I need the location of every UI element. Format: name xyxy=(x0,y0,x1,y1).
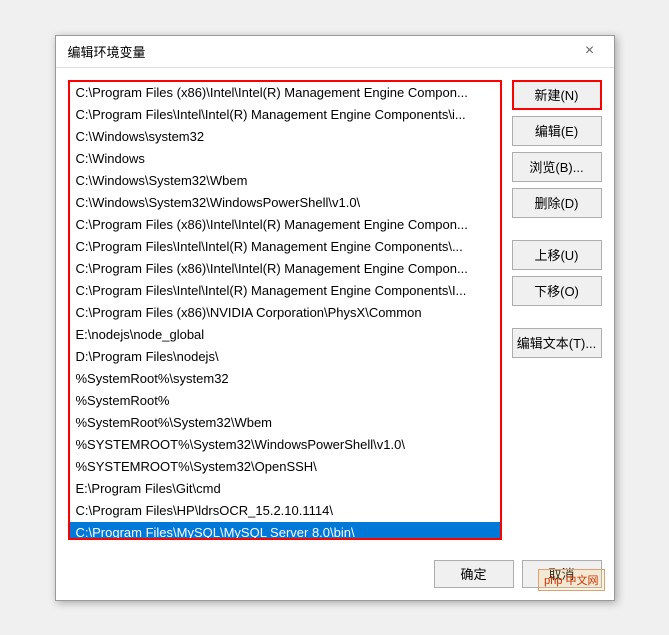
dialog-footer: 确定 取消 xyxy=(56,552,614,600)
delete-button[interactable]: 删除(D) xyxy=(512,188,602,218)
ok-button[interactable]: 确定 xyxy=(434,560,514,588)
list-item[interactable]: E:\nodejs\node_global xyxy=(70,324,500,346)
edit-button[interactable]: 编辑(E) xyxy=(512,116,602,146)
list-item[interactable]: C:\Program Files\Intel\Intel(R) Manageme… xyxy=(70,236,500,258)
browse-button[interactable]: 浏览(B)... xyxy=(512,152,602,182)
list-item[interactable]: C:\Program Files (x86)\Intel\Intel(R) Ma… xyxy=(70,258,500,280)
list-item[interactable]: E:\Program Files\Git\cmd xyxy=(70,478,500,500)
action-buttons: 新建(N) 编辑(E) 浏览(B)... 删除(D) 上移(U) 下移(O) 编… xyxy=(512,80,602,540)
list-item[interactable]: %SystemRoot%\System32\Wbem xyxy=(70,412,500,434)
dialog-content: C:\Program Files (x86)\Intel\Intel(R) Ma… xyxy=(56,68,614,552)
list-item[interactable]: C:\Windows\system32 xyxy=(70,126,500,148)
list-item[interactable]: %SystemRoot%\system32 xyxy=(70,368,500,390)
list-item[interactable]: C:\Windows\System32\WindowsPowerShell\v1… xyxy=(70,192,500,214)
list-item[interactable]: D:\Program Files\nodejs\ xyxy=(70,346,500,368)
edit-text-button[interactable]: 编辑文本(T)... xyxy=(512,328,602,358)
list-item[interactable]: C:\Windows xyxy=(70,148,500,170)
list-item[interactable]: C:\Program Files (x86)\Intel\Intel(R) Ma… xyxy=(70,214,500,236)
list-item[interactable]: %SystemRoot% xyxy=(70,390,500,412)
move-up-button[interactable]: 上移(U) xyxy=(512,240,602,270)
new-button[interactable]: 新建(N) xyxy=(512,80,602,110)
move-down-button[interactable]: 下移(O) xyxy=(512,276,602,306)
list-item[interactable]: %SYSTEMROOT%\System32\WindowsPowerShell\… xyxy=(70,434,500,456)
edit-env-dialog: 编辑环境变量 × C:\Program Files (x86)\Intel\In… xyxy=(55,35,615,601)
list-item[interactable]: C:\Program Files\Intel\Intel(R) Manageme… xyxy=(70,280,500,302)
list-item[interactable]: C:\Program Files (x86)\Intel\Intel(R) Ma… xyxy=(70,82,500,104)
title-bar: 编辑环境变量 × xyxy=(56,36,614,68)
list-item[interactable]: C:\Program Files (x86)\NVIDIA Corporatio… xyxy=(70,302,500,324)
list-item[interactable]: C:\Program Files\MySQL\MySQL Server 8.0\… xyxy=(70,522,500,540)
close-button[interactable]: × xyxy=(578,39,602,63)
list-item[interactable]: %SYSTEMROOT%\System32\OpenSSH\ xyxy=(70,456,500,478)
list-item[interactable]: C:\Windows\System32\Wbem xyxy=(70,170,500,192)
dialog-title: 编辑环境变量 xyxy=(68,42,146,61)
watermark: php 中文网 xyxy=(538,569,604,591)
env-list-container[interactable]: C:\Program Files (x86)\Intel\Intel(R) Ma… xyxy=(68,80,502,540)
list-item[interactable]: C:\Program Files\HP\ldrsOCR_15.2.10.1114… xyxy=(70,500,500,522)
list-item[interactable]: C:\Program Files\Intel\Intel(R) Manageme… xyxy=(70,104,500,126)
